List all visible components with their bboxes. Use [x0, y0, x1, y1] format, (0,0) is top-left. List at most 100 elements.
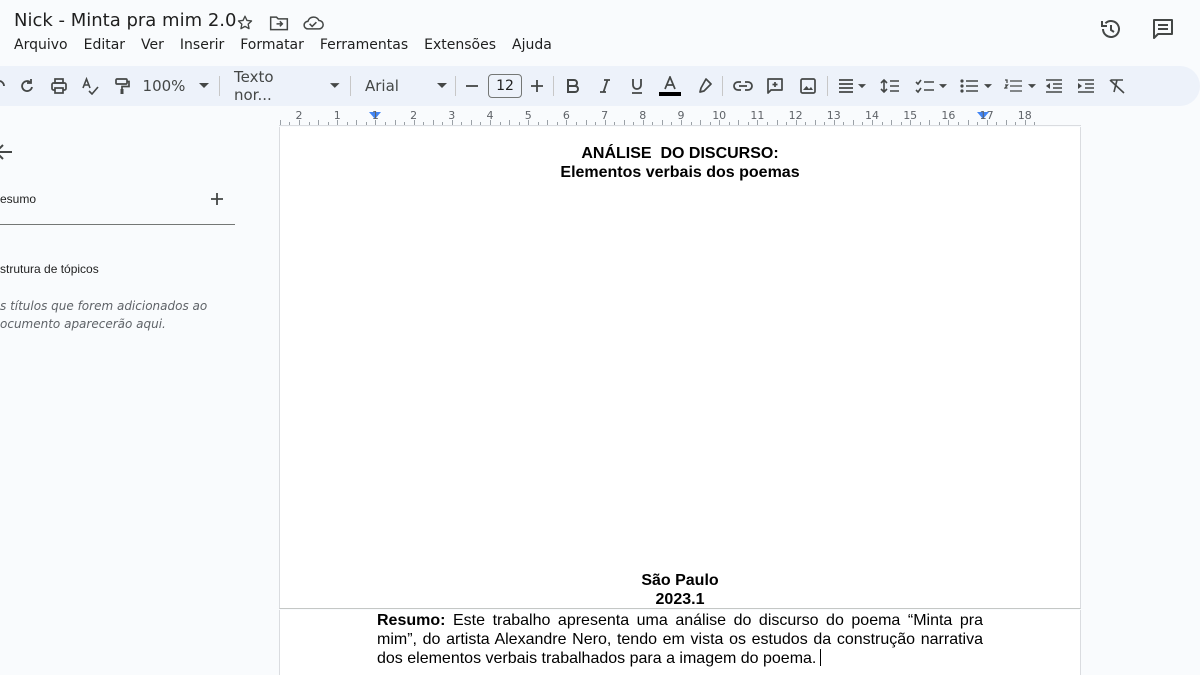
ruler-tick: [375, 120, 377, 125]
paint-format-icon[interactable]: [111, 66, 133, 106]
year-line[interactable]: 2023.1: [280, 591, 1080, 609]
increase-indent-icon[interactable]: [1075, 66, 1097, 106]
ruler-tick: [757, 120, 759, 125]
ruler-tick: [642, 120, 644, 125]
clear-formatting-icon[interactable]: [1106, 66, 1128, 106]
ruler-tick: [432, 120, 434, 125]
insert-image-icon[interactable]: [797, 66, 819, 106]
ruler-tick: [623, 120, 625, 125]
menu-formatar[interactable]: Formatar: [240, 37, 312, 53]
ruler-tick: [318, 120, 320, 125]
align-justify-icon: [839, 79, 853, 93]
ruler-tick: [967, 120, 969, 125]
document-page[interactable]: ANÁLISE DO DISCURSO: Elementos verbais d…: [279, 127, 1081, 609]
toolbar-divider: [553, 76, 554, 96]
ruler-tick: [728, 122, 730, 125]
underline-icon[interactable]: [627, 66, 647, 106]
version-history-icon[interactable]: [1098, 16, 1124, 42]
document-heading[interactable]: ANÁLISE DO DISCURSO:: [280, 145, 1080, 163]
ruler-tick: [881, 122, 883, 125]
menu-editar[interactable]: Editar: [84, 37, 133, 53]
ruler-tick: [977, 122, 979, 125]
chevron-down-icon: [858, 83, 866, 88]
ruler-tick: [786, 122, 788, 125]
chevron-down-icon: [1028, 83, 1036, 88]
star-icon[interactable]: [234, 12, 256, 34]
chevron-down-icon: [939, 83, 947, 88]
ruler-tick: [700, 120, 702, 125]
font-size-input[interactable]: [488, 74, 522, 98]
menu-bar: Arquivo Editar Ver Inserir Formatar Ferr…: [14, 37, 568, 53]
toolbar-divider: [219, 76, 220, 96]
document-title[interactable]: Nick - Minta pra mim 2.0: [14, 10, 236, 31]
ruler-tick: [604, 120, 606, 125]
redo-icon[interactable]: [16, 66, 38, 106]
decrease-indent-icon[interactable]: [1043, 66, 1065, 106]
menu-inserir[interactable]: Inserir: [180, 37, 232, 53]
toolbar-divider: [350, 76, 351, 96]
abstract-label: Resumo:: [377, 612, 446, 629]
style-select[interactable]: Texto nor...: [228, 66, 340, 106]
document-subheading[interactable]: Elementos verbais dos poemas: [280, 164, 1080, 182]
comments-icon[interactable]: [1150, 16, 1176, 42]
increase-font-size-icon[interactable]: [527, 66, 547, 106]
menu-ver[interactable]: Ver: [141, 37, 172, 53]
toolbar-divider: [827, 76, 828, 96]
ruler-tick: [451, 120, 453, 125]
ruler-tick: [299, 120, 300, 125]
menu-ajuda[interactable]: Ajuda: [512, 37, 560, 53]
ruler-tick: [948, 120, 950, 125]
city-line[interactable]: São Paulo: [280, 572, 1080, 590]
chevron-down-icon: [330, 83, 340, 88]
ruler-tick: [852, 120, 854, 125]
abstract-paragraph[interactable]: Resumo: Este trabalho apresenta uma anál…: [377, 611, 983, 668]
add-summary-icon[interactable]: [210, 192, 224, 211]
decrease-font-size-icon[interactable]: [462, 66, 482, 106]
undo-icon[interactable]: [0, 66, 6, 106]
ruler-tick: [575, 122, 577, 125]
ruler-tick: [509, 120, 511, 125]
ruler-tick: [289, 122, 291, 125]
move-folder-icon[interactable]: [268, 12, 290, 34]
insert-link-icon[interactable]: [732, 66, 754, 106]
ruler-tick: [413, 120, 415, 125]
ruler-tick: [556, 122, 558, 125]
menu-extensoes[interactable]: Extensões: [424, 37, 504, 53]
line-spacing-icon[interactable]: [878, 66, 902, 106]
bold-icon[interactable]: [563, 66, 583, 106]
align-select[interactable]: [834, 66, 870, 106]
zoom-select[interactable]: 100%: [140, 66, 212, 106]
checklist-select[interactable]: [911, 66, 951, 106]
spellcheck-icon[interactable]: [79, 66, 101, 106]
ruler-tick: [1034, 122, 1036, 125]
italic-icon[interactable]: [595, 66, 615, 106]
ruler-tick: [681, 120, 682, 125]
menu-arquivo[interactable]: Arquivo: [14, 37, 76, 53]
menu-ferramentas[interactable]: Ferramentas: [320, 37, 416, 53]
abstract-text: Este trabalho apresenta uma análise do d…: [377, 612, 983, 667]
ruler-tick: [843, 122, 845, 125]
ruler-tick: [365, 122, 367, 125]
ruler-tick: [614, 122, 616, 125]
highlight-icon[interactable]: [694, 66, 714, 106]
font-select[interactable]: Arial: [358, 66, 448, 106]
print-icon[interactable]: [48, 66, 70, 106]
document-page-2[interactable]: Resumo: Este trabalho apresenta uma anál…: [279, 610, 1081, 675]
ruler-tick: [814, 120, 816, 125]
ruler-tick: [1005, 120, 1007, 125]
numbered-list-select[interactable]: [1000, 66, 1040, 106]
ruler-tick: [891, 120, 893, 125]
horizontal-ruler[interactable]: 2 1 1 2 3 4 5 6 7 8 9 10 11 12 13 14 15 16 17 18: [279, 108, 1081, 126]
ruler-tick: [633, 122, 635, 125]
ruler-tick: [919, 122, 921, 125]
bullet-list-select[interactable]: [956, 66, 996, 106]
back-arrow-icon[interactable]: [0, 142, 14, 167]
text-color-icon[interactable]: [657, 66, 683, 106]
ruler-tick: [862, 122, 864, 125]
ruler-tick: [824, 122, 826, 125]
ruler-tick: [442, 122, 444, 125]
add-comment-icon[interactable]: [764, 66, 786, 106]
cloud-status-icon[interactable]: [302, 12, 324, 34]
ruler-tick: [470, 120, 472, 125]
ruler-tick: [690, 122, 692, 125]
